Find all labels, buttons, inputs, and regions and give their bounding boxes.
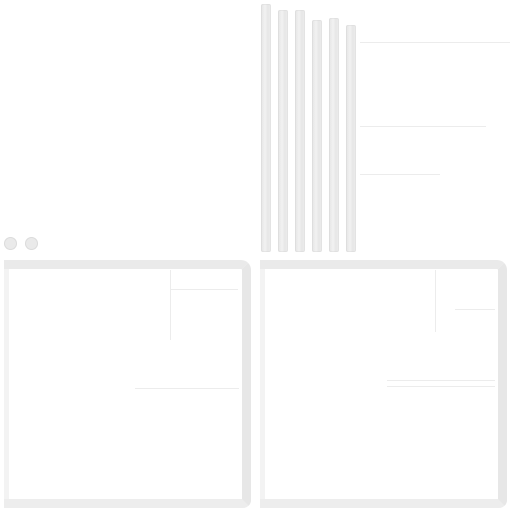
guide-line bbox=[360, 42, 510, 43]
guide-line bbox=[360, 126, 486, 127]
strip-5 bbox=[329, 18, 339, 252]
strip-3 bbox=[295, 10, 305, 252]
strip-1 bbox=[261, 4, 271, 252]
guide-line bbox=[170, 289, 238, 290]
guide-line bbox=[360, 174, 440, 175]
texture-sheet bbox=[0, 0, 512, 512]
guide-line bbox=[387, 386, 495, 387]
dot-1 bbox=[4, 237, 17, 250]
guide-line bbox=[170, 270, 171, 340]
guide-line bbox=[135, 388, 239, 389]
strip-4 bbox=[312, 20, 322, 252]
panel-right bbox=[260, 260, 507, 508]
strip-6 bbox=[346, 25, 356, 252]
panel-edge bbox=[4, 269, 9, 499]
panel-edge bbox=[260, 269, 265, 499]
guide-line bbox=[435, 270, 436, 332]
strip-2 bbox=[278, 10, 288, 252]
guide-line bbox=[455, 309, 495, 310]
guide-line bbox=[387, 380, 495, 381]
dot-2 bbox=[25, 237, 38, 250]
panel-left bbox=[4, 260, 251, 508]
